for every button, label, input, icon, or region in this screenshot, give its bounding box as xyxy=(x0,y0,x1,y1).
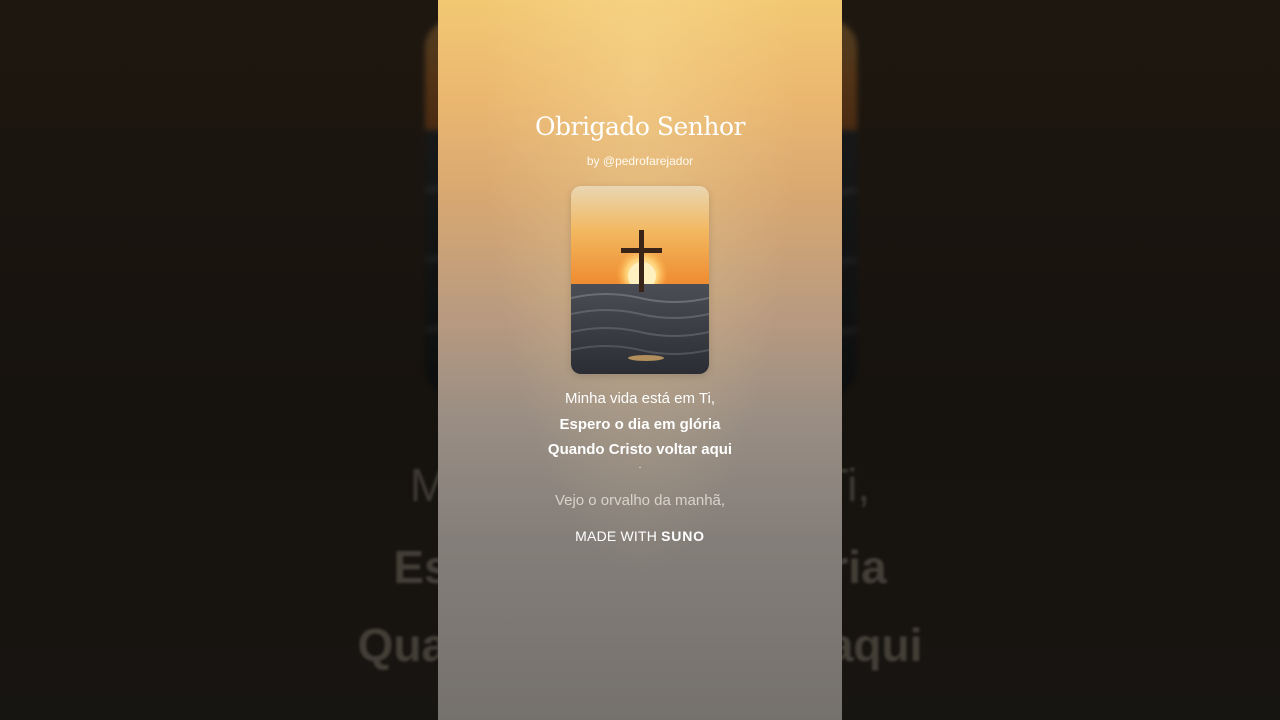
cross-sunset-icon xyxy=(571,186,709,374)
song-title: Obrigado Senhor xyxy=(535,112,745,141)
background-dim-left xyxy=(0,0,438,720)
artist-byline[interactable]: by @pedrofarejador xyxy=(438,154,842,168)
background-dim-right xyxy=(842,0,1280,720)
lyric-line-current-1: Espero o dia em glória xyxy=(559,416,721,433)
song-card-panel: Obrigado Senhor by @pedrofarejador Minha… xyxy=(438,0,842,720)
brand-name: SUNO xyxy=(661,528,705,544)
brand-prefix: MADE WITH xyxy=(575,528,658,544)
lyric-line-previous: Minha vida está em Ti, xyxy=(564,390,716,407)
video-frame: Minha vida está em Ti, Espero o dia em g… xyxy=(0,0,1280,720)
lyric-dot: . xyxy=(638,460,642,471)
lyric-line-current-2: Quando Cristo voltar aqui xyxy=(547,441,733,458)
lyric-line-next: Vejo o orvalho da manhã, xyxy=(554,492,726,509)
made-with-suno-badge[interactable]: MADE WITH SUNO xyxy=(438,528,842,544)
cover-art xyxy=(571,186,709,374)
